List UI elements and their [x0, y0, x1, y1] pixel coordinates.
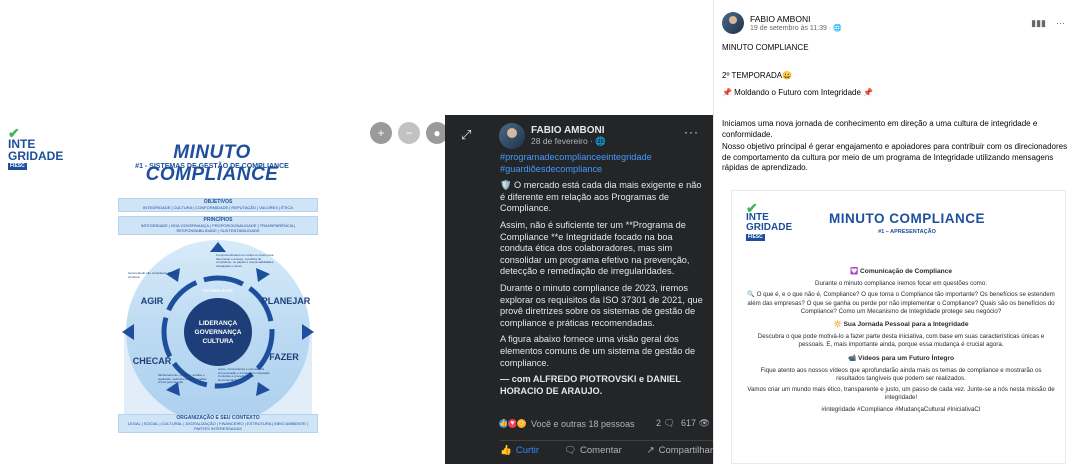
note-tr-wrap: Comprometimento em todos os níveis para … — [216, 254, 275, 268]
image-preview-panel: + − ● ✔ INTE GRIDADE FIESC MINUTO COMPLI… — [0, 0, 448, 464]
section-videos: 📹 Vídeos para um Futuro Íntegro — [847, 354, 955, 362]
post-paragraph-2: Nosso objetivo principal é gerar engajam… — [722, 142, 1068, 172]
section-jornada: 🔆 Sua Jornada Pessoal para a Integridade — [833, 321, 969, 329]
quadrant-agir: AGIR — [141, 296, 164, 306]
comment-bubble-icon: 🗨 — [563, 445, 577, 456]
post-date[interactable]: 28 de fevereiro · 🌐 — [531, 136, 606, 147]
zoom-in-icon[interactable]: + — [370, 122, 392, 144]
card-text-5: Vamos criar um mundo mais ético, transpa… — [747, 386, 1055, 402]
center-label-1: LIDERANÇA — [199, 320, 238, 327]
context-bar: ORGANIZAÇÃO E SEU CONTEXTO LEGAL | SOCIA… — [118, 414, 318, 433]
more-options-icon[interactable]: ··· — [684, 125, 699, 139]
thumbs-up-icon: 👍 — [500, 445, 512, 456]
integridade-logo: ✔ INTE GRIDADE FIESC — [746, 200, 793, 241]
author-name[interactable]: FABIO AMBONI — [531, 125, 606, 136]
quadrant-planejar: PLANEJAR — [262, 296, 311, 306]
infographic-subtitle: #1 - SISTEMAS DE GESTÃO DE COMPLIANCE — [135, 163, 289, 170]
insights-icon[interactable]: ▮▮▮ — [1031, 18, 1046, 29]
pdca-diagram: ESTABELECER AGIR PLANEJAR CHECAR FAZER L… — [122, 240, 314, 426]
avatar[interactable] — [722, 12, 744, 34]
post-paragraph-1: 🛡️ O mercado está cada dia mais exigente… — [500, 180, 702, 214]
note-agir: Gerenciando não compliance Melhoria cont… — [128, 272, 180, 279]
card-text-4: Fique atento aos nossos vídeos que aprof… — [760, 366, 1042, 383]
card-title: MINUTO COMPLIANCE — [829, 211, 985, 226]
comment-icon: 🗨 — [663, 418, 676, 428]
quadrant-checar: CHECAR — [133, 356, 172, 366]
integridade-logo: ✔ INTE GRIDADE FIESC — [8, 125, 64, 170]
post-season: 2º TEMPORADA😀 — [722, 71, 793, 80]
comments-count[interactable]: 2 🗨 — [656, 418, 675, 429]
note-planejar: Comprometimento em todos os níveis para … — [216, 254, 275, 268]
avatar[interactable] — [499, 123, 525, 149]
note-bl-wrap: Monitoramento, medição, análise e avalia… — [158, 374, 207, 385]
reactions-text[interactable]: Você e outras 18 pessoas — [531, 419, 635, 429]
light-post-panel: FABIO AMBONI 19 de setembro às 11:39 · 🌐… — [713, 0, 1075, 464]
center-label-2: GOVERNANÇA — [195, 329, 242, 336]
action-bar: 👍 Curtir 🗨 Comentar ↗ Compartilhar — [500, 440, 713, 456]
dark-post-panel: ⤢ FABIO AMBONI 28 de fevereiro · 🌐 ··· #… — [445, 115, 713, 464]
ring-top-label: ESTABELECER — [203, 288, 233, 293]
center-label-3: CULTURA — [203, 338, 234, 345]
card-hashtags: #integridade #Compliance #MudançaCultura… — [821, 405, 981, 413]
objectives-bar: OBJETIVOS INTEGRIDADE | CULTURA | CONFOR… — [118, 198, 318, 212]
share-button[interactable]: ↗ Compartilhar — [647, 445, 713, 456]
post-hashtags[interactable]: #programadecomplianceeintegridade #guard… — [500, 152, 706, 175]
card-text-1: Durante o minuto compliance iremos focar… — [815, 280, 987, 288]
reaction-icons[interactable]: 👍 ♥ ☺ — [498, 418, 527, 429]
note-checar: Monitoramento, medição, análise e avalia… — [158, 374, 207, 385]
post-paragraph-4: A figura abaixo fornece uma visão geral … — [500, 334, 696, 368]
expand-icon[interactable]: ⤢ — [461, 127, 471, 143]
globe-icon: 🌐 — [595, 136, 606, 146]
quadrant-fazer: FAZER — [269, 352, 299, 362]
post-body: #programadecomplianceeintegridade #guard… — [500, 152, 706, 402]
post-tagged[interactable]: — com ALFREDO PIOTROVSKI e DANIEL HORACI… — [500, 374, 706, 397]
post-paragraph-1: Iniciamos uma nova jornada de conhecimen… — [722, 119, 1038, 139]
zoom-out-icon[interactable]: − — [398, 122, 420, 144]
views-count: 617 👁 — [681, 418, 710, 428]
globe-icon: 🌐 — [833, 25, 842, 32]
note-tl-wrap: Gerenciando não compliance Melhoria cont… — [128, 272, 180, 279]
card-text-2: 🔍 O que é, e o que não é, Compliance? O … — [747, 291, 1055, 315]
post-paragraph-3: Durante o minuto compliance de 2023, ire… — [500, 282, 703, 328]
post-author-right: FABIO AMBONI 19 de setembro às 11:39 · 🌐 — [722, 12, 842, 34]
image-viewer-controls: + − ● — [370, 122, 448, 144]
post-author: FABIO AMBONI 28 de fevereiro · 🌐 — [499, 123, 606, 149]
note-br-wrap: Apoio, Competência e consciência Comunic… — [218, 368, 270, 382]
note-fazer: Apoio, Competência e consciência Comunic… — [218, 368, 270, 382]
post-title: MINUTO COMPLIANCE — [722, 43, 809, 52]
eye-icon: 👁 — [698, 418, 710, 428]
more-options-icon[interactable]: ··· — [1056, 18, 1065, 29]
post-paragraph-2: Assim, não é suficiente ter um **Program… — [500, 219, 690, 277]
share-icon: ↗ — [646, 445, 655, 456]
author-name[interactable]: FABIO AMBONI — [750, 14, 842, 24]
post-image-card[interactable]: ✔ INTE GRIDADE FIESC MINUTO COMPLIANCE #… — [731, 190, 1066, 464]
reactions-row: 👍 ♥ ☺ Você e outras 18 pessoas 2 🗨 617 👁 — [498, 418, 710, 429]
card-text-3: Descubra o que pode motivá-lo a fazer pa… — [757, 333, 1045, 349]
card-body: 💟 Comunicação de Compliance Durante o mi… — [746, 263, 1056, 417]
page-root: + − ● ✔ INTE GRIDADE FIESC MINUTO COMPLI… — [0, 0, 1075, 464]
card-subtitle: #1 – APRESENTAÇÃO — [878, 229, 936, 235]
comment-button[interactable]: 🗨 Comentar — [564, 445, 622, 456]
post-date[interactable]: 19 de setembro às 11:39 · 🌐 — [750, 24, 842, 32]
like-button[interactable]: 👍 Curtir — [500, 445, 539, 456]
care-reaction-icon: ☺ — [516, 418, 527, 429]
section-comunicacao: 💟 Comunicação de Compliance — [849, 268, 952, 275]
post-moldando: 📌 Moldando o Futuro com Integridade 📌 — [722, 88, 874, 97]
